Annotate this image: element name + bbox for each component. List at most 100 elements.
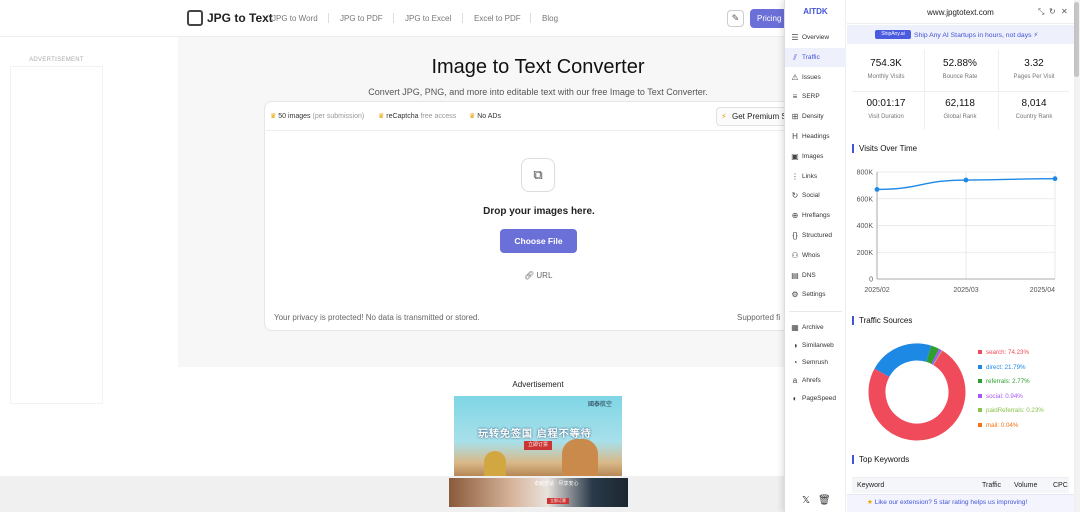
- sidebar-item-hreflangs[interactable]: ⊕ Hreflangs: [785, 206, 846, 225]
- upload-image-icon[interactable]: ⧉: [521, 158, 555, 192]
- feedback-icon[interactable]: ✎: [727, 10, 744, 27]
- legend-item-paidreferrals[interactable]: paidReferrals: 0.23%: [978, 407, 1044, 414]
- legend-swatch: [978, 364, 982, 369]
- x-tick-label: 2025/03: [953, 287, 978, 294]
- x-tick-label: 2025/04: [1030, 287, 1055, 294]
- legend-item-referrals[interactable]: referrals: 2.77%: [978, 378, 1030, 385]
- legend-label: mail: 0.04%: [986, 421, 1019, 429]
- ad-brand: 國泰航空: [588, 402, 613, 408]
- legend-swatch: [978, 393, 982, 398]
- x-twitter-icon[interactable]: 𝕏: [802, 495, 810, 506]
- archive-icon: ▦: [791, 323, 799, 332]
- legend-item-direct[interactable]: direct: 21.79%: [978, 364, 1026, 371]
- nav-link-excel-to-pdf[interactable]: Excel to PDF: [474, 14, 521, 23]
- y-tick-label: 0: [869, 277, 873, 284]
- sidebar-item-dns[interactable]: ▤ DNS: [785, 266, 846, 285]
- sidebar-tool-similarweb[interactable]: ◑ Similarweb: [785, 336, 846, 355]
- legend-label: direct: 21.79%: [986, 363, 1026, 371]
- legend-item-social[interactable]: social: 0.94%: [978, 393, 1023, 400]
- keyword-column-header[interactable]: Keyword: [857, 482, 884, 489]
- volume-column-header[interactable]: Volume: [1014, 482, 1037, 489]
- sidebar-item-label: Structured: [802, 232, 832, 239]
- feature-note: free access: [420, 113, 457, 120]
- sidebar-item-structured[interactable]: {} Structured: [785, 226, 846, 245]
- sidebar-item-whois[interactable]: ⚇ Whois: [785, 246, 846, 265]
- supported-formats: Supported fi: [737, 313, 781, 322]
- url-link[interactable]: 🔗︎ URL: [524, 271, 552, 280]
- drop-zone-text: Drop your images here.: [483, 206, 595, 217]
- sidebar-item-label: Overview: [802, 34, 830, 41]
- visits-data-point: [963, 177, 969, 183]
- sidebar-item-headings[interactable]: H Headings: [785, 127, 846, 146]
- sidebar-item-settings[interactable]: ⚙ Settings: [785, 285, 846, 304]
- y-tick-label: 200K: [857, 250, 874, 257]
- top-keywords-title: Top Keywords: [852, 455, 909, 464]
- donut-slice-referrals: [926, 345, 940, 365]
- sidebar-item-traffic[interactable]: ⫽ Traffic: [785, 47, 846, 67]
- sidebar-item-social[interactable]: ↻ Social: [785, 186, 846, 205]
- ad-banner-image[interactable]: 國泰航空 玩转免签国 启程不等待 立即订票: [454, 396, 622, 479]
- logo-icon[interactable]: [187, 10, 203, 26]
- ad-banner-text: 玩转免签国 启程不等待: [478, 429, 592, 440]
- sidebar-item-overview[interactable]: ☰ Overview: [785, 28, 846, 47]
- ad-bottom-image[interactable]: 卓越舒适 · 尽享安心 立即订票: [449, 478, 628, 507]
- sidebar-item-label: Hreflangs: [802, 212, 830, 220]
- stat-pages-per-visit-value: 3.32: [1024, 58, 1044, 69]
- feature-no-ads: ♛ No ADs: [469, 112, 501, 120]
- sidebar-item-serp[interactable]: ≡ SERP: [785, 87, 846, 106]
- cpc-column-header[interactable]: CPC: [1053, 482, 1068, 489]
- sidebar-tool-ahrefs[interactable]: a Ahrefs: [785, 371, 846, 390]
- similarweb-icon: ◑: [792, 340, 798, 350]
- legend-label: search: 74.23%: [986, 349, 1029, 356]
- sidebar-tool-archive[interactable]: ▦ Archive: [785, 318, 846, 337]
- legend-swatch: [978, 379, 982, 384]
- lightning-icon: ⚡: [1033, 32, 1039, 39]
- refresh-icon[interactable]: ↻: [1049, 7, 1056, 16]
- trash-icon[interactable]: 🗑︎: [818, 495, 831, 506]
- stat-visit-duration-label: Visit Duration: [868, 114, 904, 120]
- feature-label: 50 images: [278, 113, 311, 120]
- sidebar-tool-pagespeed[interactable]: ◐ PageSpeed: [785, 389, 846, 408]
- nav-link-jpg-to-excel[interactable]: JPG to Excel: [405, 14, 451, 23]
- nav-link-jpg-to-word[interactable]: JPG to Word: [272, 14, 318, 23]
- sidebar-item-label: SERP: [802, 93, 820, 101]
- promo-text: Ship Any AI Startups in hours, not days …: [914, 31, 1038, 39]
- rating-footer-text[interactable]: ★ Like our extension? 5 star rating help…: [867, 498, 1027, 506]
- rating-footer-label: Like our extension? 5 star rating helps …: [874, 499, 1028, 506]
- traffic-column-header[interactable]: Traffic: [982, 482, 1001, 489]
- nav-link-blog[interactable]: Blog: [542, 14, 558, 23]
- close-icon[interactable]: ✕: [1061, 7, 1068, 16]
- sidebar-item-label: Density: [802, 113, 824, 121]
- y-tick-label: 400K: [857, 223, 874, 230]
- legend-item-search[interactable]: search: 74.23%: [978, 349, 1029, 356]
- sidebar-item-images[interactable]: ▣ Images: [785, 147, 846, 166]
- sidebar-tool-semrush[interactable]: ◔ Semrush: [785, 353, 846, 372]
- ad-bottom-button[interactable]: 立即订票: [547, 498, 569, 504]
- scrollbar-thumb[interactable]: [1074, 2, 1079, 77]
- y-tick-label: 600K: [857, 196, 874, 203]
- ad-pagoda-shape: [484, 451, 506, 479]
- sidebar-item-issues[interactable]: ⚠ Issues: [785, 68, 846, 87]
- visits-over-time-title: Visits Over Time: [852, 144, 917, 153]
- logo-text[interactable]: JPG to Text: [207, 11, 273, 25]
- ad-banner-button[interactable]: 立即订票: [524, 441, 552, 450]
- feature-images: ♛ 50 images (per submission): [270, 112, 364, 120]
- traffic-sources-title: Traffic Sources: [852, 316, 912, 325]
- gear-icon: ⚙: [791, 290, 799, 300]
- choose-file-button[interactable]: Choose File: [500, 229, 577, 253]
- traffic-sources-donut[interactable]: [862, 337, 972, 447]
- bottom-ad-strip: [0, 476, 784, 512]
- visits-line-chart[interactable]: 0 200K 400K 600K 800K 2025/02 2025/03 2025/04: [847, 160, 1074, 300]
- server-icon: ▤: [791, 270, 799, 280]
- sidebar-tool-label: PageSpeed: [802, 394, 836, 402]
- sidebar-item-density[interactable]: ⊞ Density: [785, 107, 846, 126]
- menu-icon: ☰: [791, 33, 799, 42]
- feature-recaptcha: ♛ reCaptcha free access: [378, 112, 456, 120]
- collapse-icon[interactable]: ⤡: [1038, 7, 1044, 17]
- legend-item-mail[interactable]: mail: 0.04%: [978, 422, 1018, 429]
- sidebar-item-links[interactable]: ⋮ Links: [785, 167, 846, 186]
- legend-label: social: 0.94%: [986, 392, 1023, 400]
- stat-bounce-rate-label: Bounce Rate: [942, 74, 978, 80]
- nav-link-jpg-to-pdf[interactable]: JPG to PDF: [340, 14, 383, 23]
- extension-brand[interactable]: AITDK: [785, 7, 846, 16]
